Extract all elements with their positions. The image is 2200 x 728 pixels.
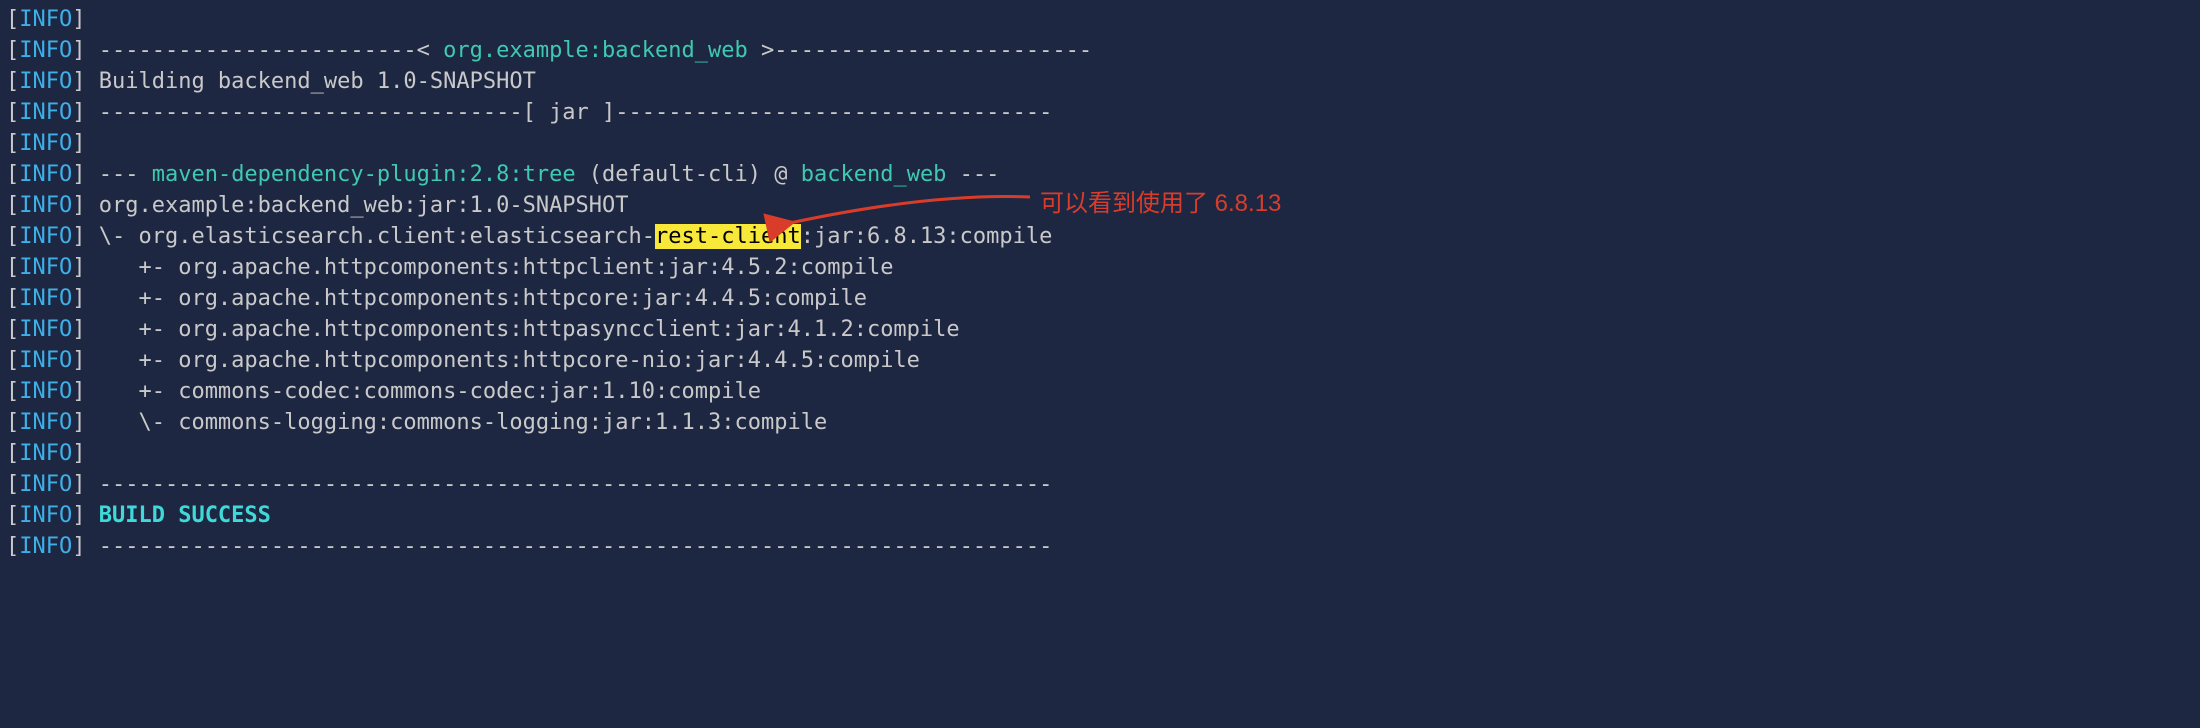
log-bracket: ]	[72, 131, 85, 156]
log-line: [INFO] +- org.apache.httpcomponents:http…	[6, 314, 2194, 345]
log-bracket: [	[6, 7, 19, 32]
log-bracket: ]	[72, 534, 85, 559]
log-level: INFO	[19, 100, 72, 125]
log-bracket: [	[6, 131, 19, 156]
log-bracket: ]	[72, 69, 85, 94]
log-bracket: ]	[72, 38, 85, 63]
log-level: INFO	[19, 441, 72, 466]
log-bracket: [	[6, 286, 19, 311]
log-bracket: [	[6, 100, 19, 125]
log-level: INFO	[19, 286, 72, 311]
log-bracket: [	[6, 410, 19, 435]
log-line: [INFO]	[6, 128, 2194, 159]
log-level: INFO	[19, 503, 72, 528]
log-line: [INFO] ---------------------------------…	[6, 531, 2194, 562]
log-level: INFO	[19, 534, 72, 559]
log-line: [INFO] +- commons-codec:commons-codec:ja…	[6, 376, 2194, 407]
log-bracket: ]	[72, 503, 85, 528]
log-line: [INFO] +- org.apache.httpcomponents:http…	[6, 252, 2194, 283]
annotation-arrow-icon	[780, 185, 1040, 245]
log-text: org.example:backend_web:jar:1.0-SNAPSHOT	[85, 193, 628, 218]
log-level: INFO	[19, 255, 72, 280]
log-bracket: [	[6, 534, 19, 559]
highlighted-text: rest-client	[655, 224, 801, 249]
log-line: [INFO] BUILD SUCCESS	[6, 500, 2194, 531]
log-line: [INFO]	[6, 438, 2194, 469]
annotation-text: 可以看到使用了 6.8.13	[1040, 188, 1281, 219]
log-level: INFO	[19, 472, 72, 497]
log-level: INFO	[19, 7, 72, 32]
log-text: +- org.apache.httpcomponents:httpasynccl…	[85, 317, 959, 342]
log-bracket: ]	[72, 410, 85, 435]
log-level: INFO	[19, 162, 72, 187]
log-bracket: ]	[72, 7, 85, 32]
log-bracket: [	[6, 503, 19, 528]
log-level: INFO	[19, 224, 72, 249]
log-text: +- org.apache.httpcomponents:httpcore:ja…	[85, 286, 866, 311]
log-line: [INFO] --- maven-dependency-plugin:2.8:t…	[6, 159, 2194, 190]
log-line: [INFO] Building backend_web 1.0-SNAPSHOT	[6, 66, 2194, 97]
log-bracket: [	[6, 162, 19, 187]
log-text: ---	[85, 162, 151, 187]
log-bracket: ]	[72, 317, 85, 342]
log-level: INFO	[19, 410, 72, 435]
log-line: [INFO] +- org.apache.httpcomponents:http…	[6, 345, 2194, 376]
log-line: [INFO]	[6, 4, 2194, 35]
log-bracket: [	[6, 472, 19, 497]
artifact-id: org.example:backend_web	[443, 38, 748, 63]
log-bracket: ]	[72, 193, 85, 218]
log-bracket: [	[6, 193, 19, 218]
log-bracket: [	[6, 441, 19, 466]
log-line: [INFO] +- org.apache.httpcomponents:http…	[6, 283, 2194, 314]
log-bracket: [	[6, 69, 19, 94]
log-line: [INFO] \- commons-logging:commons-loggin…	[6, 407, 2194, 438]
log-bracket: ]	[72, 100, 85, 125]
module-name: backend_web	[801, 162, 947, 187]
plugin-name: maven-dependency-plugin:2.8:tree	[152, 162, 576, 187]
log-text: ----------------------------------------…	[85, 534, 1052, 559]
log-level: INFO	[19, 131, 72, 156]
log-bracket: ]	[72, 472, 85, 497]
log-text: ---	[946, 162, 999, 187]
log-level: INFO	[19, 38, 72, 63]
log-text: +- commons-codec:commons-codec:jar:1.10:…	[85, 379, 761, 404]
log-bracket: ]	[72, 255, 85, 280]
log-level: INFO	[19, 379, 72, 404]
log-bracket: ]	[72, 286, 85, 311]
log-text: \- commons-logging:commons-logging:jar:1…	[85, 410, 827, 435]
log-text: >------------------------	[748, 38, 1092, 63]
log-level: INFO	[19, 193, 72, 218]
terminal-output: [INFO][INFO] ------------------------< o…	[6, 4, 2194, 562]
log-line: [INFO] \- org.elasticsearch.client:elast…	[6, 221, 2194, 252]
log-line: [INFO] ---------------------------------…	[6, 469, 2194, 500]
log-bracket: ]	[72, 379, 85, 404]
log-level: INFO	[19, 317, 72, 342]
log-text: +- org.apache.httpcomponents:httpcore-ni…	[85, 348, 919, 373]
log-bracket: ]	[72, 224, 85, 249]
log-text: \- org.elasticsearch.client:elasticsearc…	[85, 224, 655, 249]
log-level: INFO	[19, 348, 72, 373]
log-bracket: ]	[72, 162, 85, 187]
log-text: Building backend_web 1.0-SNAPSHOT	[85, 69, 535, 94]
log-bracket: [	[6, 224, 19, 249]
log-text: +- org.apache.httpcomponents:httpclient:…	[85, 255, 893, 280]
log-bracket: ]	[72, 441, 85, 466]
log-bracket: [	[6, 38, 19, 63]
log-bracket: [	[6, 379, 19, 404]
log-text: (default-cli) @	[576, 162, 801, 187]
log-text: --------------------------------[ jar ]-…	[85, 100, 1052, 125]
build-status: BUILD SUCCESS	[85, 503, 270, 528]
log-line: [INFO] ------------------------< org.exa…	[6, 35, 2194, 66]
log-bracket: [	[6, 317, 19, 342]
log-bracket: [	[6, 255, 19, 280]
log-level: INFO	[19, 69, 72, 94]
log-bracket: [	[6, 348, 19, 373]
log-line: [INFO] --------------------------------[…	[6, 97, 2194, 128]
log-text: ------------------------<	[85, 38, 443, 63]
log-text: ----------------------------------------…	[85, 472, 1052, 497]
log-bracket: ]	[72, 348, 85, 373]
